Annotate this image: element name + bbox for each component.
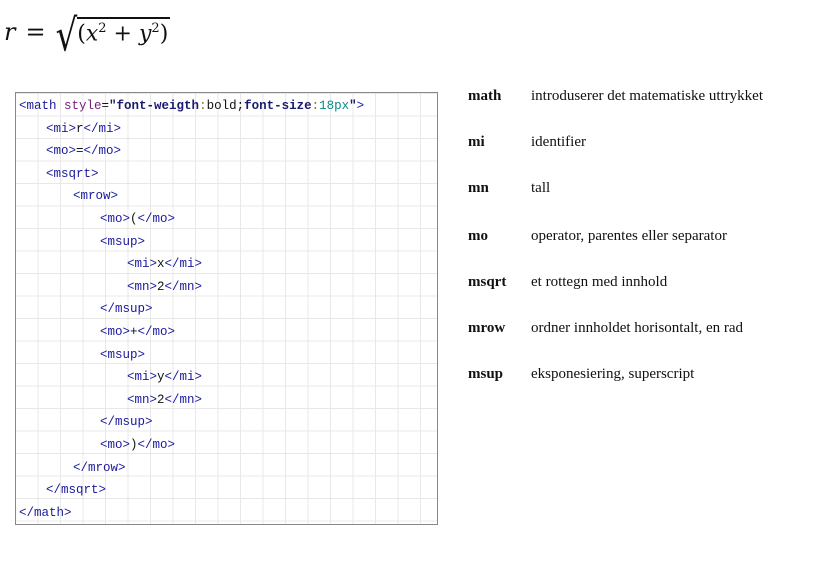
code-token-tag: <mi> xyxy=(46,121,77,136)
code-token-txt: r xyxy=(76,121,84,136)
definition-desc: et rottegn med innhold xyxy=(531,274,668,290)
code-line: <mn>2</mn> xyxy=(127,389,202,411)
code-token-tag: <mn> xyxy=(127,392,158,407)
code-token-tag: <mi> xyxy=(127,370,158,385)
code-line: </msup> xyxy=(100,298,153,320)
code-line: <msqrt> xyxy=(46,163,99,185)
code-token-tag: <mo> xyxy=(100,325,131,339)
code-token-punct: : xyxy=(199,99,207,113)
code-token-tag: </mrow> xyxy=(73,460,126,475)
paren-close: ) xyxy=(159,21,169,47)
code-token-tag: </msup> xyxy=(100,415,153,430)
code-token-tag: <mrow> xyxy=(73,189,119,204)
code-token-tag: <mo> xyxy=(100,212,131,226)
code-token-tag: > xyxy=(356,99,365,113)
code-line: <math style="font-weigth:bold;font-size:… xyxy=(19,95,364,117)
plus: + xyxy=(106,21,139,47)
code-line: <mo>+</mo> xyxy=(100,321,175,343)
code-token-tag: </msup> xyxy=(100,302,153,317)
code-token-tag: </mn> xyxy=(164,392,203,407)
definition-desc: identifier xyxy=(531,134,586,150)
paren-open: ( xyxy=(77,21,86,47)
definition-term: mrow xyxy=(468,320,506,336)
code-token-tag: </msqrt> xyxy=(46,483,107,498)
formula-r-equals-sqrt: r = √ (x2 + y2) xyxy=(4,8,171,62)
var-y: y xyxy=(138,21,152,47)
code-token-tag: </mi> xyxy=(164,257,203,272)
code-token-tag: <mn> xyxy=(127,279,158,294)
definition-desc: introduserer det matematiske uttrykket xyxy=(531,88,764,104)
definition-desc: eksponesiering, superscript xyxy=(531,366,695,382)
code-token-tag: </mi> xyxy=(83,121,122,136)
code-token-txt: ( xyxy=(130,212,138,226)
definition-term: mo xyxy=(468,228,488,244)
code-token-tag: <mo> xyxy=(46,144,77,159)
definition-term: mn xyxy=(468,180,489,196)
code-line: <msup> xyxy=(100,344,145,366)
definition-term: mi xyxy=(468,134,485,150)
radical-sign: √ xyxy=(55,10,78,62)
code-token-tag: <msup> xyxy=(100,234,146,249)
code-token-txt: y xyxy=(157,370,165,385)
code-line: <mo>)</mo> xyxy=(100,434,175,456)
definition-term: msqrt xyxy=(468,274,507,290)
code-token-tag: </mi> xyxy=(164,370,203,385)
code-line: <mo>=</mo> xyxy=(46,140,121,162)
code-token-txt: = xyxy=(101,99,110,113)
code-line: <mn>2</mn> xyxy=(127,276,202,298)
exp-y: 2 xyxy=(151,21,160,37)
code-token-num: 18px xyxy=(319,99,350,113)
code-token-txt: 2 xyxy=(157,392,165,407)
definition-desc: ordner innholdet horisontalt, en rad xyxy=(531,320,744,336)
code-token-txt: x xyxy=(157,257,165,272)
code-line: <msup> xyxy=(100,231,145,253)
code-token-tag: </mo> xyxy=(83,144,122,159)
code-token-tag: </mo> xyxy=(137,325,176,339)
code-token-attr: style xyxy=(64,99,102,113)
code-token-str: "font-weigth xyxy=(109,99,200,113)
code-listing: <math style="font-weigth:bold;font-size:… xyxy=(15,92,438,525)
code-token-punct: : xyxy=(311,99,320,113)
formula-lhs: r xyxy=(4,18,16,46)
code-token-txt: + xyxy=(130,325,138,339)
code-line: <mrow> xyxy=(73,185,118,207)
code-line: </math> xyxy=(19,502,72,524)
code-line: </msqrt> xyxy=(46,479,106,501)
code-token-tag: </mo> xyxy=(137,438,176,452)
code-token-tag: <msqrt> xyxy=(46,166,99,181)
definition-term: math xyxy=(468,88,502,104)
code-token-txt: = xyxy=(76,144,84,159)
exp-x: 2 xyxy=(98,21,107,37)
code-line: <mi>y</mi> xyxy=(127,366,202,388)
code-token-tag: <mo> xyxy=(100,438,131,452)
code-token-tag: </math> xyxy=(19,505,72,520)
formula-equals: = xyxy=(25,18,46,46)
code-line: </mrow> xyxy=(73,457,126,479)
radicand: (x2 + y2) xyxy=(77,17,171,47)
code-line: <mi>r</mi> xyxy=(46,118,121,140)
code-token-tag: <mi> xyxy=(127,257,158,272)
code-token-tag: </mn> xyxy=(164,279,203,294)
definition-desc: tall xyxy=(531,180,551,196)
code-token-txt: 2 xyxy=(157,279,165,294)
code-line: <mi>x</mi> xyxy=(127,253,202,275)
code-line: </msup> xyxy=(100,411,153,433)
code-line: <mo>(</mo> xyxy=(100,208,175,230)
definition-desc: operator, parentes eller separator xyxy=(531,228,727,244)
code-token-txt: bold; xyxy=(206,99,245,113)
code-token-tag: </mo> xyxy=(137,212,176,226)
code-token-tag: <math xyxy=(19,99,65,113)
code-token-str: " xyxy=(349,99,357,113)
code-token-str: font-size xyxy=(244,99,312,113)
code-token-tag: <msup> xyxy=(100,347,146,362)
var-x: x xyxy=(85,21,99,47)
definition-term: msup xyxy=(468,366,504,382)
code-token-txt: ) xyxy=(130,438,138,452)
